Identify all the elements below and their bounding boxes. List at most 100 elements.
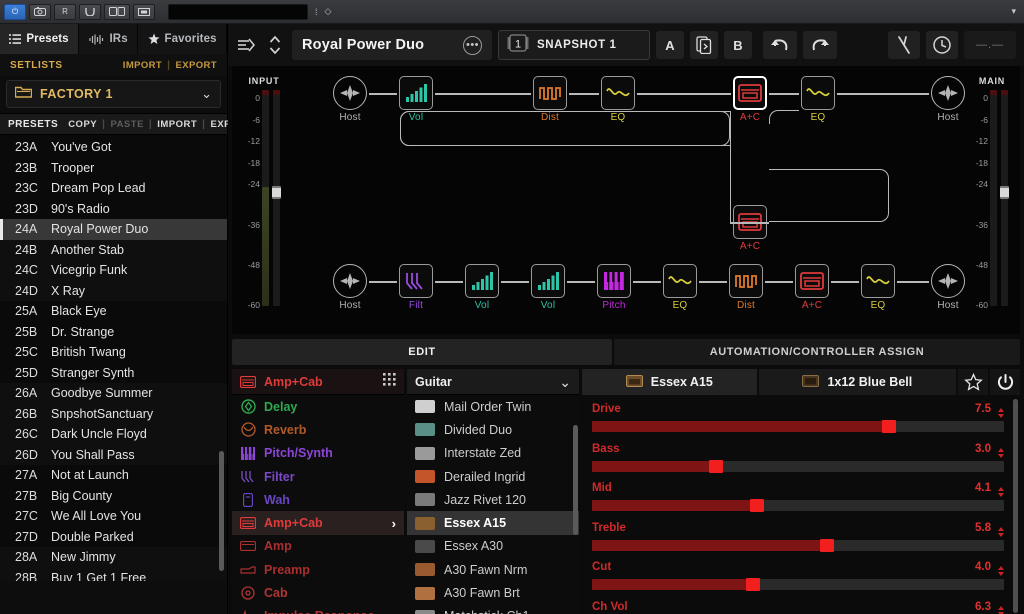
chain-block-filt[interactable]: Filt — [395, 264, 437, 311]
grid-icon[interactable] — [383, 372, 396, 391]
preset-row[interactable]: 23C Dream Pop Lead — [0, 178, 227, 199]
tab-edit[interactable]: EDIT — [232, 339, 612, 365]
parameter-slider-knob[interactable] — [749, 499, 764, 512]
model-header[interactable]: Guitar ⌄ — [407, 369, 579, 395]
mute-icon[interactable] — [79, 3, 101, 20]
record-arm-icon[interactable]: R — [54, 3, 76, 20]
preset-row[interactable]: 27A Not at Launch — [0, 465, 227, 486]
preset-row[interactable]: 26A Goodbye Summer — [0, 383, 227, 404]
preset-row[interactable]: 25C British Twang — [0, 342, 227, 363]
main-level-handle[interactable] — [1000, 186, 1009, 199]
parameter-list[interactable]: Drive 7.5 Bass 3.0 Mid 4.1 Treble 5.8 Cut 4.0 Ch V… — [582, 395, 1020, 614]
preset-row[interactable]: 25A Black Eye — [0, 301, 227, 322]
preset-row[interactable]: 26B SnpshotSanctuary — [0, 403, 227, 424]
category-row[interactable]: Reverb — [232, 418, 404, 441]
chevron-down-icon[interactable]: ▾ — [1011, 6, 1016, 17]
model-row[interactable]: A30 Fawn Nrm — [407, 558, 579, 581]
star-outline-icon[interactable] — [958, 369, 989, 395]
category-row[interactable]: Delay — [232, 395, 404, 418]
parameter-slider-knob[interactable] — [819, 538, 834, 552]
preset-row[interactable]: 25B Dr. Strange — [0, 322, 227, 343]
preset-row[interactable]: 25D Stranger Synth — [0, 363, 227, 384]
parameter-stepper[interactable] — [998, 605, 1004, 614]
host-text-field[interactable] — [168, 3, 308, 20]
category-row[interactable]: Amp — [232, 535, 404, 558]
model-list[interactable]: Mail Order Twin Divided Duo Interstate Zed… — [407, 395, 579, 614]
undo-button[interactable] — [763, 31, 797, 59]
up-down-arrows-icon[interactable] — [264, 32, 286, 58]
parameter-slider[interactable] — [592, 459, 1004, 473]
setlists-import-button[interactable]: IMPORT — [123, 60, 162, 71]
tab-irs[interactable]: IRs — [79, 24, 139, 54]
midi-icon[interactable] — [104, 3, 130, 20]
category-row[interactable]: Wah — [232, 488, 404, 511]
preset-row[interactable]: 26D You Shall Pass — [0, 444, 227, 465]
chevron-right-icon[interactable]: › — [392, 516, 396, 531]
parameter-row[interactable]: Cut 4.0 — [592, 561, 1004, 591]
parameter-slider[interactable] — [592, 538, 1004, 552]
category-row[interactable]: Cab — [232, 581, 404, 604]
setlist-selector[interactable]: FACTORY 1 ⌄ — [6, 80, 221, 108]
host-field-diamond[interactable]: ◇ — [325, 6, 332, 17]
category-list[interactable]: Delay Reverb Pitch/Synth Filter Wah Amp+Cab › A… — [232, 395, 404, 614]
model-row[interactable]: Jazz Rivet 120 — [407, 488, 579, 511]
category-header[interactable]: Amp+Cab — [232, 369, 404, 395]
parameter-row[interactable]: Drive 7.5 — [592, 403, 1004, 433]
category-row[interactable]: Pitch/Synth — [232, 442, 404, 465]
chain-block-eq[interactable]: EQ — [857, 264, 899, 311]
category-row[interactable]: Filter — [232, 465, 404, 488]
window-icon[interactable] — [133, 3, 155, 20]
chain-block-a-c[interactable]: A+C — [729, 205, 771, 252]
chain-block-host[interactable]: Host — [329, 264, 371, 311]
parameter-slider[interactable] — [592, 578, 1004, 591]
preset-row[interactable]: 28B Buy 1 Get 1 Free — [0, 567, 227, 581]
chain-block-eq[interactable]: EQ — [797, 76, 839, 123]
parameter-slider[interactable] — [592, 499, 1004, 512]
model-row[interactable]: Essex A30 — [407, 535, 579, 558]
power-icon[interactable] — [990, 369, 1020, 395]
signal-chain-view[interactable]: INPUT 0 -6 -12 -18 -24 -36 -48 -60 MAIN 0 -6 -12 -… — [232, 66, 1020, 334]
setlists-export-button[interactable]: EXPORT — [176, 60, 217, 71]
parameter-stepper[interactable] — [998, 447, 1004, 458]
preset-row[interactable]: 24A Royal Power Duo — [0, 219, 227, 240]
model-row[interactable]: Divided Duo — [407, 418, 579, 441]
chain-block-dist[interactable]: Dist — [725, 264, 767, 311]
power-icon[interactable]: ⏻ — [4, 3, 26, 20]
chain-block-pitch[interactable]: Pitch — [593, 264, 635, 311]
tab-presets[interactable]: Presets — [0, 24, 80, 54]
amp-tab[interactable]: Essex A15 — [582, 369, 757, 395]
presets-copy-button[interactable]: COPY — [68, 119, 97, 130]
parameter-row[interactable]: Treble 5.8 — [592, 522, 1004, 552]
category-row[interactable]: Amp+Cab › — [232, 511, 404, 535]
redo-button[interactable] — [803, 31, 837, 59]
model-row[interactable]: Derailed Ingrid — [407, 465, 579, 488]
preset-row[interactable]: 27D Double Parked — [0, 527, 227, 548]
metronome-clock-icon[interactable] — [926, 31, 958, 59]
tab-favorites[interactable]: Favorites — [138, 24, 227, 54]
parameter-stepper[interactable] — [998, 526, 1004, 537]
parameter-row[interactable]: Ch Vol 6.3 — [592, 601, 1004, 614]
model-row[interactable]: A30 Fawn Brt — [407, 581, 579, 604]
chain-block-a-c[interactable]: A+C — [791, 264, 833, 311]
tempo-value[interactable]: —.— — [964, 31, 1016, 59]
presets-import-button[interactable]: IMPORT — [157, 119, 197, 130]
parameter-scrollbar[interactable] — [1013, 399, 1018, 613]
parameter-slider-knob[interactable] — [881, 420, 896, 433]
input-level-handle[interactable] — [272, 186, 281, 199]
presets-paste-button[interactable]: PASTE — [110, 119, 143, 130]
chain-block-host[interactable]: Host — [329, 76, 371, 123]
model-list-scrollbar[interactable] — [573, 425, 578, 535]
ab-copy-button[interactable] — [690, 31, 718, 59]
chain-block-a-c[interactable]: A+C — [729, 76, 771, 123]
preset-row[interactable]: 27C We All Love You — [0, 506, 227, 527]
parameter-stepper[interactable] — [998, 487, 1004, 497]
preset-row[interactable]: 28A New Jimmy — [0, 547, 227, 568]
model-row[interactable]: Interstate Zed — [407, 442, 579, 465]
preset-row[interactable]: 24B Another Stab — [0, 239, 227, 260]
parameter-row[interactable]: Bass 3.0 — [592, 443, 1004, 473]
preset-list-scrollbar[interactable] — [219, 451, 224, 571]
preset-row[interactable]: 24C Vicegrip Funk — [0, 260, 227, 281]
category-row[interactable]: Impulse Response — [232, 605, 404, 614]
preset-row[interactable]: 23A You've Got — [0, 137, 227, 158]
tuning-fork-icon[interactable] — [888, 31, 920, 59]
